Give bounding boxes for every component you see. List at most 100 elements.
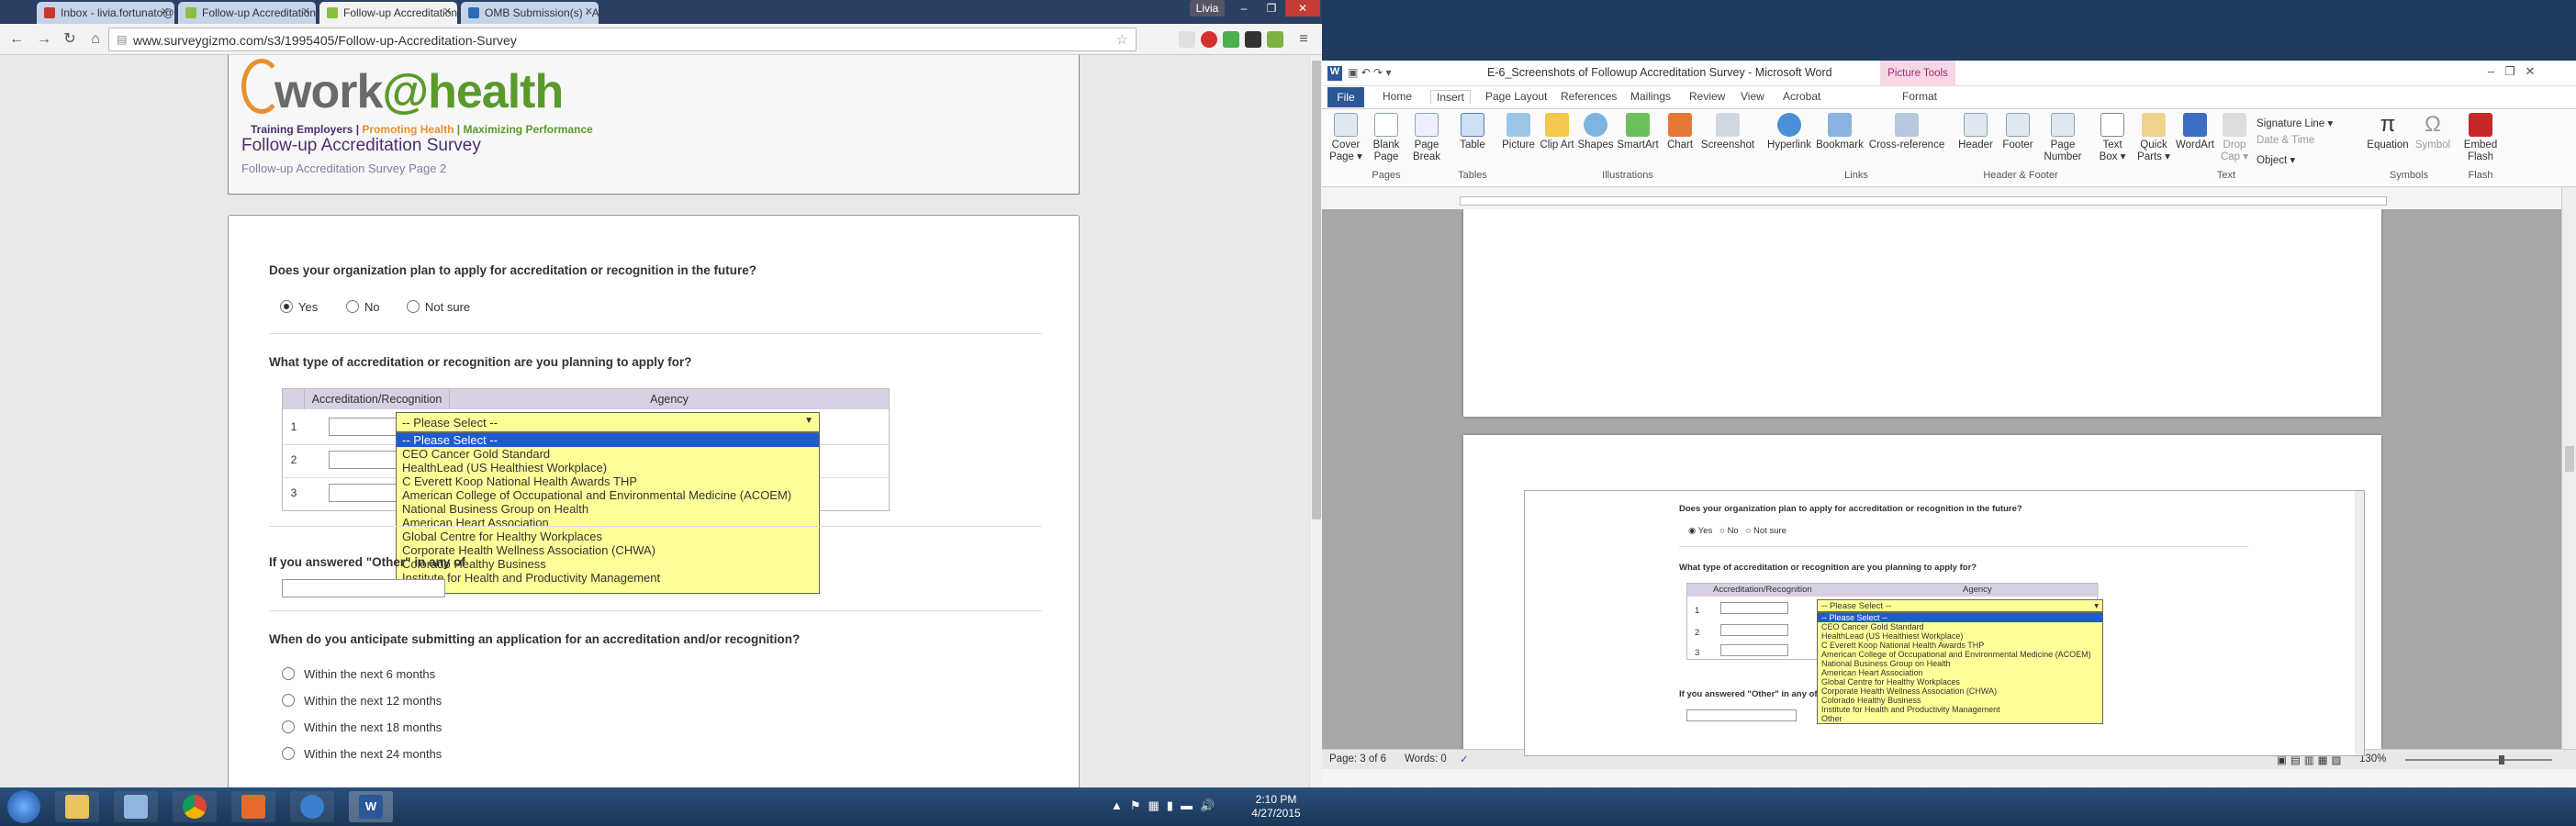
embedded-survey-screenshot[interactable]: Does your organization plan to apply for… <box>1524 490 2365 756</box>
page-scrollbar[interactable] <box>1309 55 1322 787</box>
footer-button[interactable]: Footer <box>1998 113 2038 151</box>
tab-inbox[interactable]: Inbox - livia.fortunato@g ✕ <box>37 2 174 24</box>
tab-view[interactable]: View <box>1741 90 1764 103</box>
cross-reference-button[interactable]: Cross-reference <box>1865 113 1948 151</box>
taskbar-chrome[interactable] <box>173 791 217 822</box>
dropdown-option[interactable]: CEO Cancer Gold Standard <box>397 447 819 461</box>
table-button[interactable]: Table <box>1454 113 1491 151</box>
page-count[interactable]: Page: 3 of 6 <box>1329 753 1386 765</box>
radio-6-months[interactable] <box>282 667 295 680</box>
wordart-button[interactable]: WordArt <box>2174 113 2216 151</box>
window-controls[interactable]: – ❐ ✕ <box>2488 64 2535 79</box>
taskbar-word[interactable]: W <box>349 791 393 822</box>
taskbar-office[interactable] <box>231 791 275 822</box>
word-count[interactable]: Words: 0 <box>1405 753 1447 765</box>
document-scrollbar[interactable] <box>2561 187 2576 749</box>
object-button[interactable]: Object ▾ <box>2257 153 2295 166</box>
close-window-button[interactable]: ✕ <box>1285 0 1320 17</box>
signature-line-button[interactable]: Signature Line ▾ <box>2257 117 2333 129</box>
tray-icons[interactable]: ▲⚑▦▮▬🔊 <box>1111 798 1222 813</box>
tab-insert[interactable]: Insert <box>1430 90 1472 104</box>
clip-art-button[interactable]: Clip Art <box>1539 113 1575 151</box>
equation-button[interactable]: π Equation <box>2365 113 2411 151</box>
quick-parts-button[interactable]: Quick Parts ▾ <box>2134 113 2174 163</box>
back-icon[interactable]: ← <box>7 31 26 48</box>
menu-icon[interactable]: ≡ <box>1294 31 1313 48</box>
taskbar-calculator[interactable] <box>114 791 158 822</box>
quick-access-icons[interactable]: ▣ ↶ ↷ ▾ <box>1348 66 1391 79</box>
radio-24-months[interactable] <box>282 747 295 760</box>
dropdown-option[interactable]: Other <box>397 585 819 598</box>
maximize-button[interactable]: ❐ <box>1258 0 1285 17</box>
chart-button[interactable]: Chart <box>1662 113 1698 151</box>
radio-yes[interactable] <box>280 300 293 313</box>
tab-survey-active[interactable]: Follow-up Accreditation S ✕ <box>319 2 457 24</box>
close-tab-icon[interactable]: ✕ <box>302 6 310 17</box>
dropdown-option[interactable]: -- Please Select -- <box>397 433 819 447</box>
address-bar[interactable]: ▤ www.surveygizmo.com/s3/1995405/Follow-… <box>108 28 1137 51</box>
embed-flash-button[interactable]: Embed Flash <box>2460 113 2501 163</box>
radio-no[interactable] <box>346 300 359 313</box>
dropdown-option[interactable]: American Heart Association <box>397 516 819 530</box>
page-break-button[interactable]: Page Break <box>1408 113 1445 163</box>
smartart-button[interactable]: SmartArt <box>1616 113 1660 151</box>
tab-omb[interactable]: OMB Submission(s) - All D ✕ <box>461 2 599 24</box>
radio-not-sure[interactable] <box>407 300 420 313</box>
blank-page-button[interactable]: Blank Page <box>1368 113 1405 163</box>
header-button[interactable]: Header <box>1955 113 1996 151</box>
cover-page-button[interactable]: Cover Page ▾ <box>1327 113 1364 163</box>
dropdown-option[interactable]: National Business Group on Health <box>397 502 819 516</box>
text-box-button[interactable]: Text Box ▾ <box>2093 113 2132 163</box>
cast-icon[interactable] <box>1179 31 1195 48</box>
hyperlink-button[interactable]: Hyperlink <box>1764 113 1814 151</box>
dropdown-option[interactable]: HealthLead (US Healthiest Workplace) <box>397 461 819 474</box>
tab-survey-1[interactable]: Follow-up Accreditation S ✕ <box>178 2 316 24</box>
screenshot-button[interactable]: Screenshot <box>1700 113 1755 151</box>
scrollbar-thumb[interactable] <box>2565 446 2574 472</box>
date-time-button[interactable]: Date & Time <box>2257 135 2314 146</box>
symbol-button[interactable]: Ω Symbol <box>2413 113 2453 151</box>
dropdown-option[interactable]: American College of Occupational and Env… <box>397 488 819 502</box>
home-icon[interactable]: ⌂ <box>86 31 105 48</box>
dropdown-option[interactable]: Institute for Health and Productivity Ma… <box>397 571 819 585</box>
tab-mailings[interactable]: Mailings <box>1630 90 1671 103</box>
taskbar-ie[interactable] <box>290 791 334 822</box>
tab-home[interactable]: Home <box>1383 90 1412 103</box>
tab-format[interactable]: Format <box>1902 90 1937 103</box>
picture-button[interactable]: Picture <box>1500 113 1537 151</box>
zoom-slider[interactable] <box>2405 755 2552 765</box>
bookmark-button[interactable]: Bookmark <box>1814 113 1865 151</box>
close-tab-icon[interactable]: ✕ <box>161 6 169 17</box>
shapes-button[interactable]: Shapes <box>1577 113 1614 151</box>
close-tab-icon[interactable]: ✕ <box>585 6 593 17</box>
horizontal-ruler[interactable] <box>1460 196 2387 206</box>
tab-file[interactable]: File <box>1327 87 1364 107</box>
minimize-button[interactable]: – <box>1230 0 1258 17</box>
extension-icon[interactable] <box>1245 31 1261 48</box>
tab-acrobat[interactable]: Acrobat <box>1783 90 1820 103</box>
scrollbar-thumb[interactable] <box>1312 61 1321 519</box>
close-tab-icon[interactable]: ✕ <box>443 6 452 17</box>
dropdown-option[interactable]: Global Centre for Healthy Workplaces <box>397 530 819 543</box>
proofing-icon[interactable]: ✓ <box>1460 753 1469 765</box>
radio-12-months[interactable] <box>282 694 295 707</box>
dropdown-option[interactable]: C Everett Koop National Health Awards TH… <box>397 474 819 488</box>
user-badge[interactable]: Livia <box>1190 0 1225 17</box>
system-clock[interactable]: 2:10 PM 4/27/2015 <box>1239 793 1313 820</box>
star-icon[interactable]: ☆ <box>1116 31 1128 48</box>
tab-page-layout[interactable]: Page Layout <box>1485 90 1547 103</box>
start-button[interactable] <box>7 790 40 823</box>
agency-select[interactable]: -- Please Select -- ▼ <box>396 412 820 432</box>
forward-icon[interactable]: → <box>35 31 53 48</box>
reload-icon[interactable]: ↻ <box>61 31 79 48</box>
tab-review[interactable]: Review <box>1689 90 1725 103</box>
adblock-icon[interactable] <box>1201 31 1217 48</box>
tab-references[interactable]: References <box>1561 90 1617 103</box>
drop-cap-button[interactable]: Drop Cap ▾ <box>2216 113 2253 163</box>
zoom-slider-thumb[interactable] <box>2499 755 2504 765</box>
taskbar-explorer[interactable] <box>55 791 99 822</box>
extension-icon[interactable] <box>1223 31 1239 48</box>
extension-icon[interactable] <box>1267 31 1283 48</box>
other-input[interactable] <box>282 579 445 597</box>
page-number-button[interactable]: Page Number <box>2040 113 2086 163</box>
